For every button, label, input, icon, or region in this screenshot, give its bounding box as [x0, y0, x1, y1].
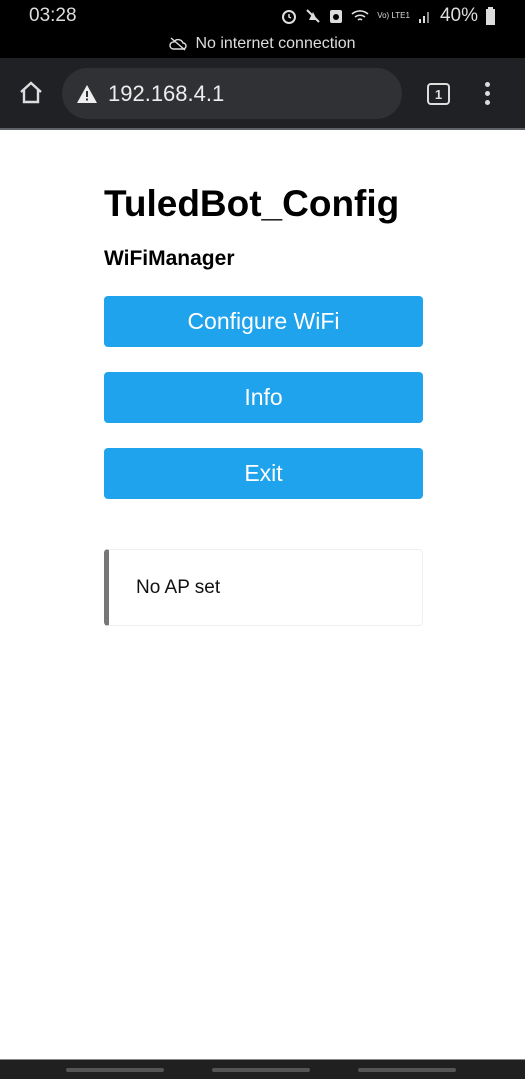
- alarm-icon: [282, 10, 297, 24]
- nav-home-button[interactable]: [212, 1068, 310, 1072]
- exit-button[interactable]: Exit: [104, 448, 423, 499]
- info-button[interactable]: Info: [104, 372, 423, 423]
- nav-back-button[interactable]: [358, 1068, 456, 1072]
- wifi-icon: [351, 10, 369, 21]
- offline-banner: No internet connection: [0, 30, 525, 58]
- home-icon[interactable]: [18, 80, 44, 104]
- page-subtitle: WiFiManager: [104, 247, 235, 270]
- configure-wifi-button[interactable]: Configure WiFi: [104, 296, 423, 347]
- page-title: TuledBot_Config: [104, 183, 400, 224]
- network-type: Vo) LTE1: [377, 11, 410, 20]
- status-bar: 03:28 Vo) LTE1 40%: [0, 0, 525, 30]
- status-message-text: No AP set: [136, 576, 221, 598]
- tab-switcher-button[interactable]: 1: [427, 83, 450, 105]
- url-text[interactable]: 192.168.4.1: [108, 81, 224, 107]
- page-content: TuledBot_Config WiFiManager Configure Wi…: [104, 132, 423, 626]
- warning-icon[interactable]: [76, 84, 98, 104]
- data-saver-icon: [330, 10, 343, 23]
- banner-text: No internet connection: [195, 35, 356, 52]
- browser-toolbar: 192.168.4.1 1: [0, 58, 525, 130]
- cloud-off-icon: [169, 37, 188, 51]
- battery-icon: [486, 7, 495, 25]
- status-message: No AP set: [104, 549, 423, 626]
- address-bar[interactable]: 192.168.4.1: [62, 68, 402, 119]
- battery-percent: 40%: [439, 5, 478, 26]
- navigation-bar: [0, 1059, 525, 1079]
- mute-icon: [306, 9, 320, 23]
- clock: 03:28: [29, 5, 77, 26]
- signal-icon: [418, 12, 429, 23]
- more-menu-icon[interactable]: [485, 82, 493, 109]
- nav-recents-button[interactable]: [66, 1068, 164, 1072]
